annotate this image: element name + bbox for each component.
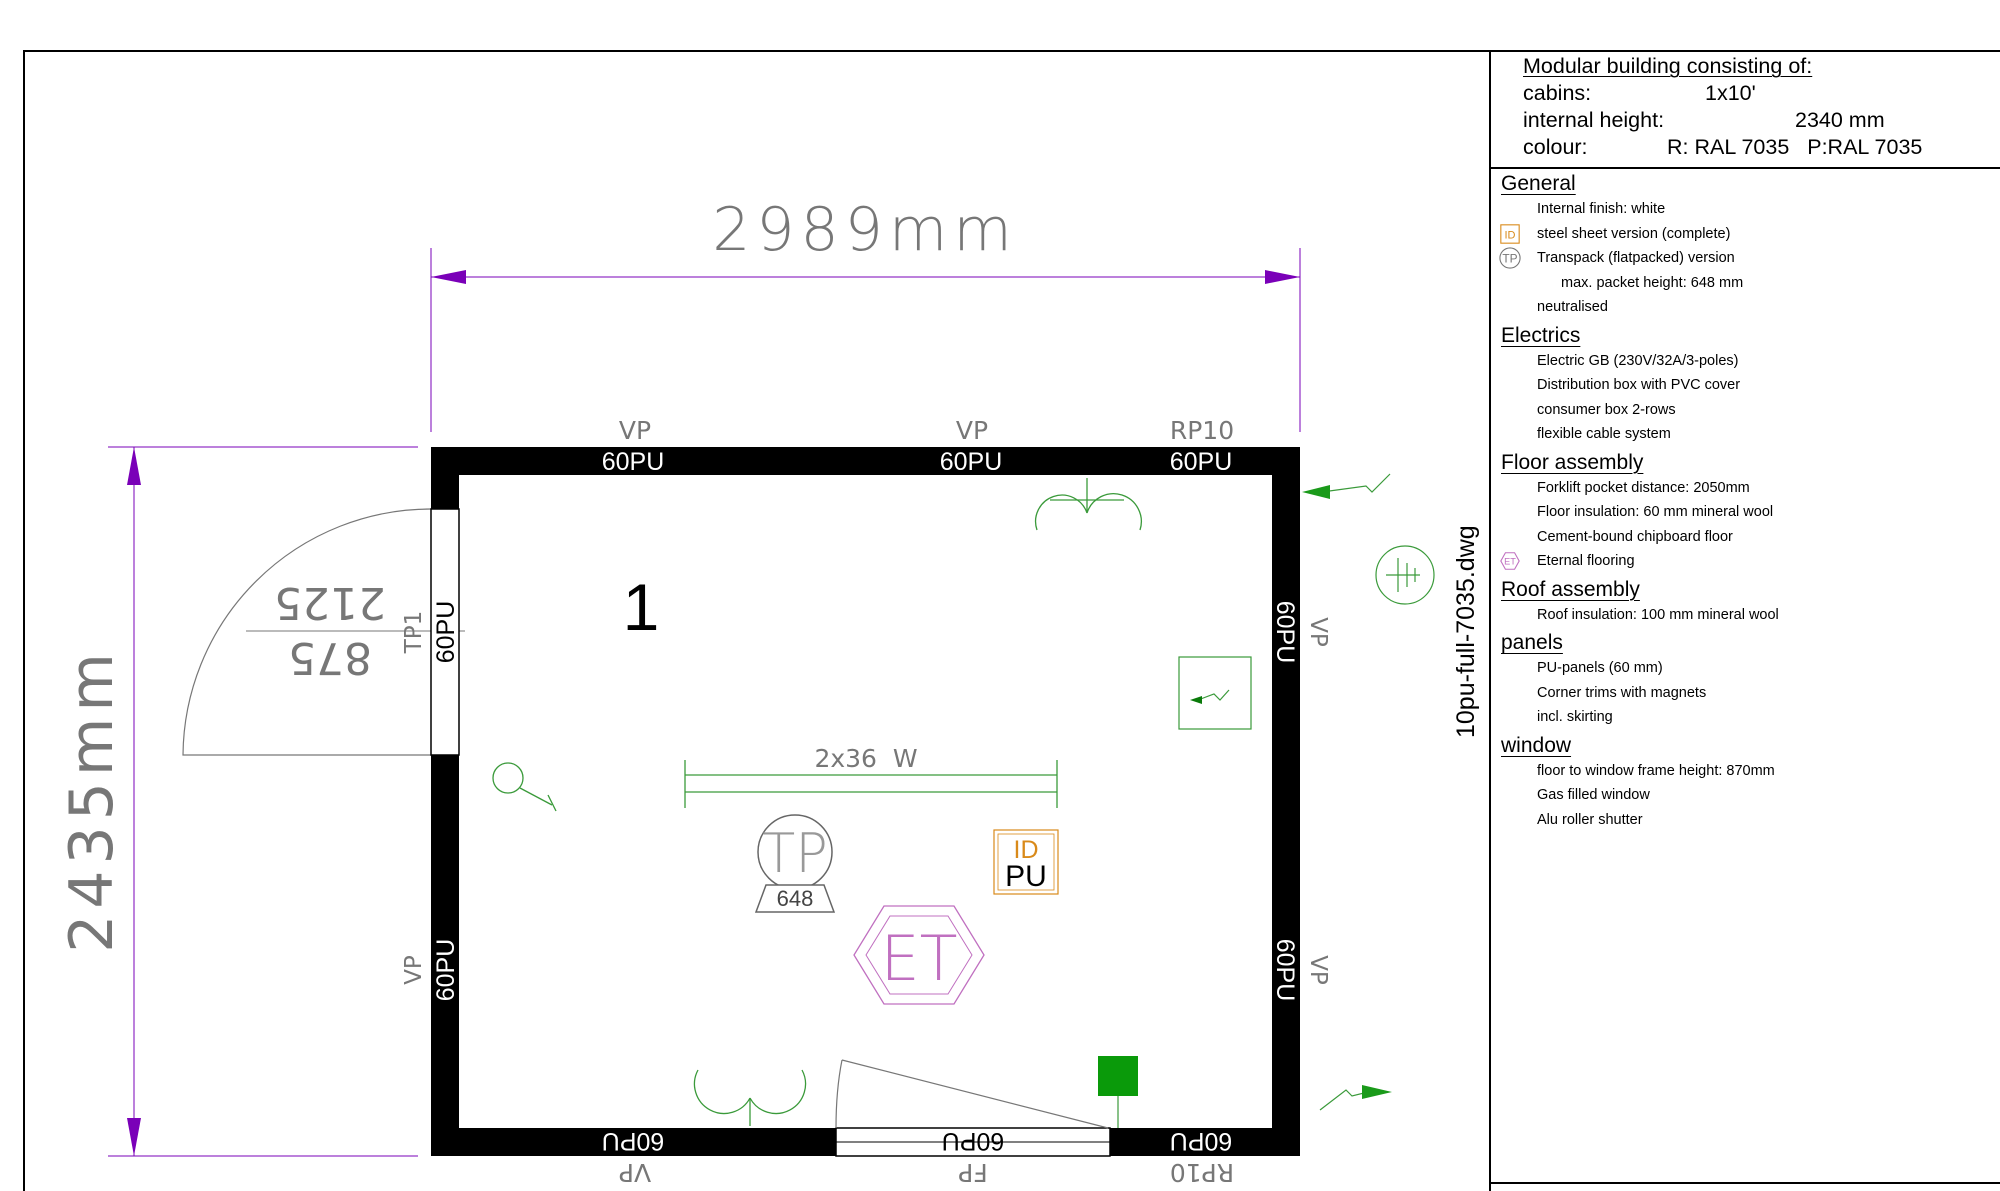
top-code-1: VP [619,416,651,445]
id-badge: ID PU [993,829,1059,895]
legend-item: Internal finish: white [1537,201,1666,217]
section-title-panels: panels [1501,631,1563,654]
top-socket-icon [1034,478,1142,531]
width-dimension-label: 2989mm [712,195,1018,265]
tp-badge-value: 648 [777,886,814,911]
earth-ground-icon [1375,545,1435,605]
header-cabins-label: cabins: [1523,81,1592,105]
bottom-socket-icon [693,1069,807,1126]
floor-plan: 2989mm 2435mm 2125 875 60PU 60PU 60PU VP… [57,195,1435,1187]
legend-item: Forklift pocket distance: 2050mm [1537,479,1750,496]
section-title-window: window [1501,733,1572,757]
header-height-label: internal height: [1523,108,1665,132]
legend-item: Distribution box with PVC cover [1537,377,1741,393]
header-colour-label: colour: [1523,135,1588,159]
width-dimension: 2989mm [430,195,1301,432]
section-title-electrics: Electrics [1501,323,1581,347]
cee-socket-icon [1098,1056,1138,1096]
distribution-box-icon [1178,656,1252,730]
section-title-floor-assembly: Floor assembly [1501,450,1644,474]
right-panel-2: 60PU [1271,939,1299,1002]
inner-door [835,1059,1109,1129]
header-title: Modular building consisting of: [1523,54,1813,78]
legend-item: Transpack (flatpacked) version [1537,250,1735,266]
legend-item: flexible cable system [1537,426,1671,442]
legend-item: Eternal flooring [1537,553,1635,569]
electric-feed-top-icon [1302,473,1391,499]
depth-dimension: 2435mm [57,446,418,1157]
left-code-2: VP [401,955,427,985]
door-dim-bottom: 875 [288,632,372,683]
legend-item: consumer box 2-rows [1537,401,1676,418]
walls [430,447,1300,1157]
et-icon: ET [1500,552,1520,570]
right-code-2: VP [1305,955,1331,985]
legend-item: max. packet height: 648 mm [1561,274,1744,291]
header-cabins-value: 1x10' [1705,81,1756,105]
bottom-code-2: FP [958,1158,987,1187]
legend-item: Roof insulation: 100 mm mineral wool [1537,606,1779,623]
section-title-roof-assembly: Roof assembly [1501,577,1640,601]
id-badge-bottom: PU [1005,860,1047,893]
switch-key-icon [492,762,557,812]
legend-panel: Modular building consisting of: cabins: … [1491,51,2000,1191]
top-code-2: VP [956,416,988,445]
bottom-code-3: RP10 [1170,1158,1234,1187]
drawing-sheet: 2989mm 2435mm 2125 875 60PU 60PU 60PU VP… [0,0,2000,1191]
drawing-filename: 10pu-full-7035.dwg [1452,525,1480,738]
et-badge: ET [853,905,985,1005]
section-title-general: General [1501,172,1576,195]
legend-item: Cement-bound chipboard floor [1537,528,1733,545]
legend-item: PU-panels (60 mm) [1537,660,1663,676]
legend-item: Alu roller shutter [1537,811,1643,828]
bottom-code-1: VP [619,1158,651,1187]
bottom-panel-2: 60PU [942,1127,1005,1155]
door-dim-top: 2125 [274,577,386,628]
legend-item: floor to window frame height: 870mm [1537,762,1775,779]
tp-badge: TP 648 [754,814,836,913]
left-panel-2: 60PU [432,939,460,1002]
room-number: 1 [623,570,660,644]
legend-item: Corner trims with magnets [1537,684,1707,701]
legend-item: Gas filled window [1537,787,1650,803]
header-height-value: 2340 mm [1795,108,1885,132]
left-panel-1: 60PU [432,601,460,664]
light-fixture-label: 2x36 W [814,744,917,773]
depth-dimension-label: 2435mm [57,647,127,953]
legend-item: incl. skirting [1537,709,1613,725]
light-fixture: 2x36 W [684,744,1058,808]
top-panel-2: 60PU [940,448,1003,476]
bottom-panel-3: 60PU [1170,1127,1233,1155]
top-code-3: RP10 [1170,416,1234,445]
top-panel-3: 60PU [1170,448,1233,476]
header-colour-value: R: RAL 7035 P:RAL 7035 [1667,135,1923,159]
legend-item: steel sheet version (complete) [1537,225,1731,242]
svg-text:TP: TP [1502,252,1517,266]
tp-badge-label: TP [762,822,828,885]
legend-item: Floor insulation: 60 mm mineral wool [1537,504,1774,520]
svg-text:ET: ET [1504,557,1516,567]
et-badge-label: ET [880,922,957,995]
right-code-1: VP [1305,617,1331,647]
id-icon: ID [1500,223,1520,244]
legend-item: Electric GB (230V/32A/3-poles) [1537,352,1739,369]
tp-icon: TP [1499,247,1521,269]
top-panel-1: 60PU [602,448,665,476]
svg-text:ID: ID [1505,229,1516,241]
electric-feed-bottom-icon [1319,1085,1392,1111]
right-panel-1: 60PU [1271,601,1299,664]
legend-item: neutralised [1537,299,1608,315]
left-code-1: TP1 [401,611,427,655]
bottom-panel-1: 60PU [602,1127,665,1155]
